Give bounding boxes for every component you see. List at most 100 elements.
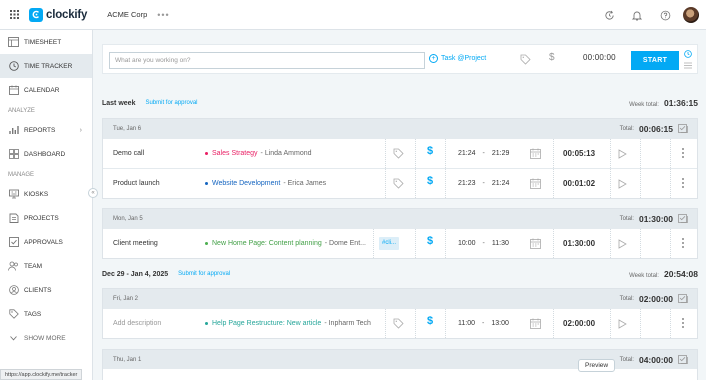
manual-mode-list-icon[interactable] (684, 62, 692, 69)
tag-icon[interactable] (393, 318, 404, 329)
sidebar-section-manage: MANAGE (8, 172, 35, 178)
entry-client-name: Inpharm Tech (328, 320, 371, 327)
timer-mode-clock-icon[interactable] (684, 50, 692, 58)
entry-project[interactable]: Website Development - Erica James (205, 180, 326, 187)
chevron-down-icon (8, 333, 19, 344)
sidebar-item-reports[interactable]: REPORTS › (0, 118, 92, 142)
team-icon (8, 261, 19, 272)
sidebar-item-tags[interactable]: TAGS (0, 302, 92, 326)
tag-icon[interactable] (393, 148, 404, 159)
entry-duration[interactable]: 00:01:02 (563, 179, 595, 188)
avatar[interactable] (683, 7, 699, 23)
more-options-icon[interactable] (681, 147, 685, 159)
clockify-logo[interactable]: clockify (29, 7, 87, 22)
sidebar-item-calendar[interactable]: CALENDAR (0, 78, 92, 102)
more-options-icon[interactable] (681, 177, 685, 189)
entry-time-range[interactable]: 11:00-13:00 (458, 320, 509, 327)
entry-project-name: Sales Strategy (212, 150, 258, 157)
time-entry-row[interactable]: Client meeting New Home Page: Content pl… (103, 228, 697, 258)
time-entry-row[interactable]: Demo call Sales Strategy - Linda Ammond … (103, 138, 697, 168)
tag-icon[interactable] (520, 54, 531, 65)
preview-button[interactable]: Preview (578, 359, 616, 372)
calendar-icon[interactable] (530, 318, 541, 329)
sidebar-item-label: CALENDAR (24, 86, 60, 94)
divider (445, 309, 446, 338)
billable-toggle[interactable]: $ (549, 52, 555, 63)
workspace-menu-icon[interactable]: ••• (157, 10, 169, 20)
bulk-edit-icon[interactable] (678, 124, 689, 133)
sidebar-item-projects[interactable]: PROJECTS (0, 206, 92, 230)
more-options-icon[interactable] (681, 237, 685, 249)
sidebar-item-team[interactable]: TEAM (0, 254, 92, 278)
play-icon[interactable] (618, 179, 627, 189)
entry-description[interactable]: Client meeting (113, 240, 158, 247)
sidebar-item-timesheet[interactable]: TIMESHEET (0, 30, 92, 54)
calendar-icon[interactable] (530, 148, 541, 159)
tag-icon[interactable] (393, 178, 404, 189)
entry-start[interactable]: 21:23 (458, 180, 476, 187)
play-icon[interactable] (618, 319, 627, 329)
entry-start[interactable]: 11:00 (458, 320, 475, 327)
bulk-edit-icon[interactable] (678, 214, 689, 223)
submit-for-approval-link[interactable]: Submit for approval (145, 100, 197, 106)
entry-duration[interactable]: 00:05:13 (563, 149, 595, 158)
entry-end[interactable]: 13:00 (491, 320, 509, 327)
entry-description[interactable]: Product launch (113, 180, 160, 187)
entry-time-range[interactable]: 21:24-21:29 (458, 150, 509, 157)
day-group-header: Fri, Jan 2 Total: 02:00:00 (103, 289, 697, 308)
entry-start[interactable]: 21:24 (458, 150, 476, 157)
calendar-icon[interactable] (530, 178, 541, 189)
sidebar-show-more[interactable]: SHOW MORE (0, 326, 92, 350)
entry-end[interactable]: 11:30 (492, 240, 509, 247)
bulk-edit-icon[interactable] (678, 294, 689, 303)
description-input[interactable] (109, 52, 425, 69)
billable-toggle[interactable]: $ (427, 235, 433, 247)
workspace-name[interactable]: ACME Corp (107, 10, 147, 19)
entry-project[interactable]: New Home Page: Content planning - Dome E… (205, 240, 366, 247)
start-button[interactable]: START (631, 51, 679, 70)
sidebar-item-approvals[interactable]: APPROVALS (0, 230, 92, 254)
entry-project-name: Website Development (212, 180, 281, 187)
week-header: Last week Submit for approval Week total… (102, 96, 698, 110)
entry-description[interactable]: Demo call (113, 150, 144, 157)
calendar-icon[interactable] (530, 238, 541, 249)
entry-project[interactable]: Help Page Restructure: New article - Inp… (205, 320, 371, 327)
billable-toggle[interactable]: $ (427, 175, 433, 187)
project-picker[interactable]: + Task @Project (429, 54, 486, 63)
day-total-label: Total: (619, 295, 634, 302)
entry-duration[interactable]: 01:30:00 (563, 239, 595, 248)
entry-project[interactable]: Sales Strategy - Linda Ammond (205, 150, 312, 157)
entry-start[interactable]: 10:00 (458, 240, 476, 247)
week-total: Week total: 01:36:15 (629, 98, 698, 108)
entry-description[interactable]: Add description (113, 320, 161, 327)
help-icon[interactable] (651, 0, 679, 30)
apps-grid-icon[interactable] (0, 0, 28, 30)
sidebar-item-time-tracker[interactable]: TIME TRACKER (0, 54, 92, 78)
entry-time-range[interactable]: 21:23-21:24 (458, 180, 509, 187)
more-options-icon[interactable] (681, 317, 685, 329)
collapse-sidebar-button[interactable]: « (88, 188, 98, 198)
entry-duration[interactable]: 02:00:00 (563, 319, 595, 328)
day-total-value: 02:00:00 (638, 293, 673, 304)
divider (445, 229, 446, 258)
divider (553, 169, 554, 198)
submit-for-approval-link[interactable]: Submit for approval (178, 271, 230, 277)
play-icon[interactable] (618, 239, 627, 249)
day-date: Tue, Jan 6 (113, 125, 142, 132)
bulk-edit-icon[interactable] (678, 355, 689, 364)
sidebar-item-clients[interactable]: CLIENTS (0, 278, 92, 302)
entry-end[interactable]: 21:24 (492, 180, 510, 187)
billable-toggle[interactable]: $ (427, 315, 433, 327)
play-icon[interactable] (618, 149, 627, 159)
entry-end[interactable]: 21:29 (492, 150, 510, 157)
timer-refresh-icon[interactable] (595, 0, 623, 30)
divider (385, 309, 386, 338)
entry-time-range[interactable]: 10:00-11:30 (458, 240, 509, 247)
time-entry-row[interactable]: Add description Help Page Restructure: N… (103, 308, 697, 338)
bell-icon[interactable] (623, 0, 651, 30)
billable-toggle[interactable]: $ (427, 145, 433, 157)
time-entry-row[interactable]: Product launch Website Development - Eri… (103, 168, 697, 198)
sidebar-item-kiosks[interactable]: KIOSKS (0, 182, 92, 206)
sidebar-item-dashboard[interactable]: DASHBOARD (0, 142, 92, 166)
entry-tag-chip[interactable]: #cli... (379, 237, 400, 250)
